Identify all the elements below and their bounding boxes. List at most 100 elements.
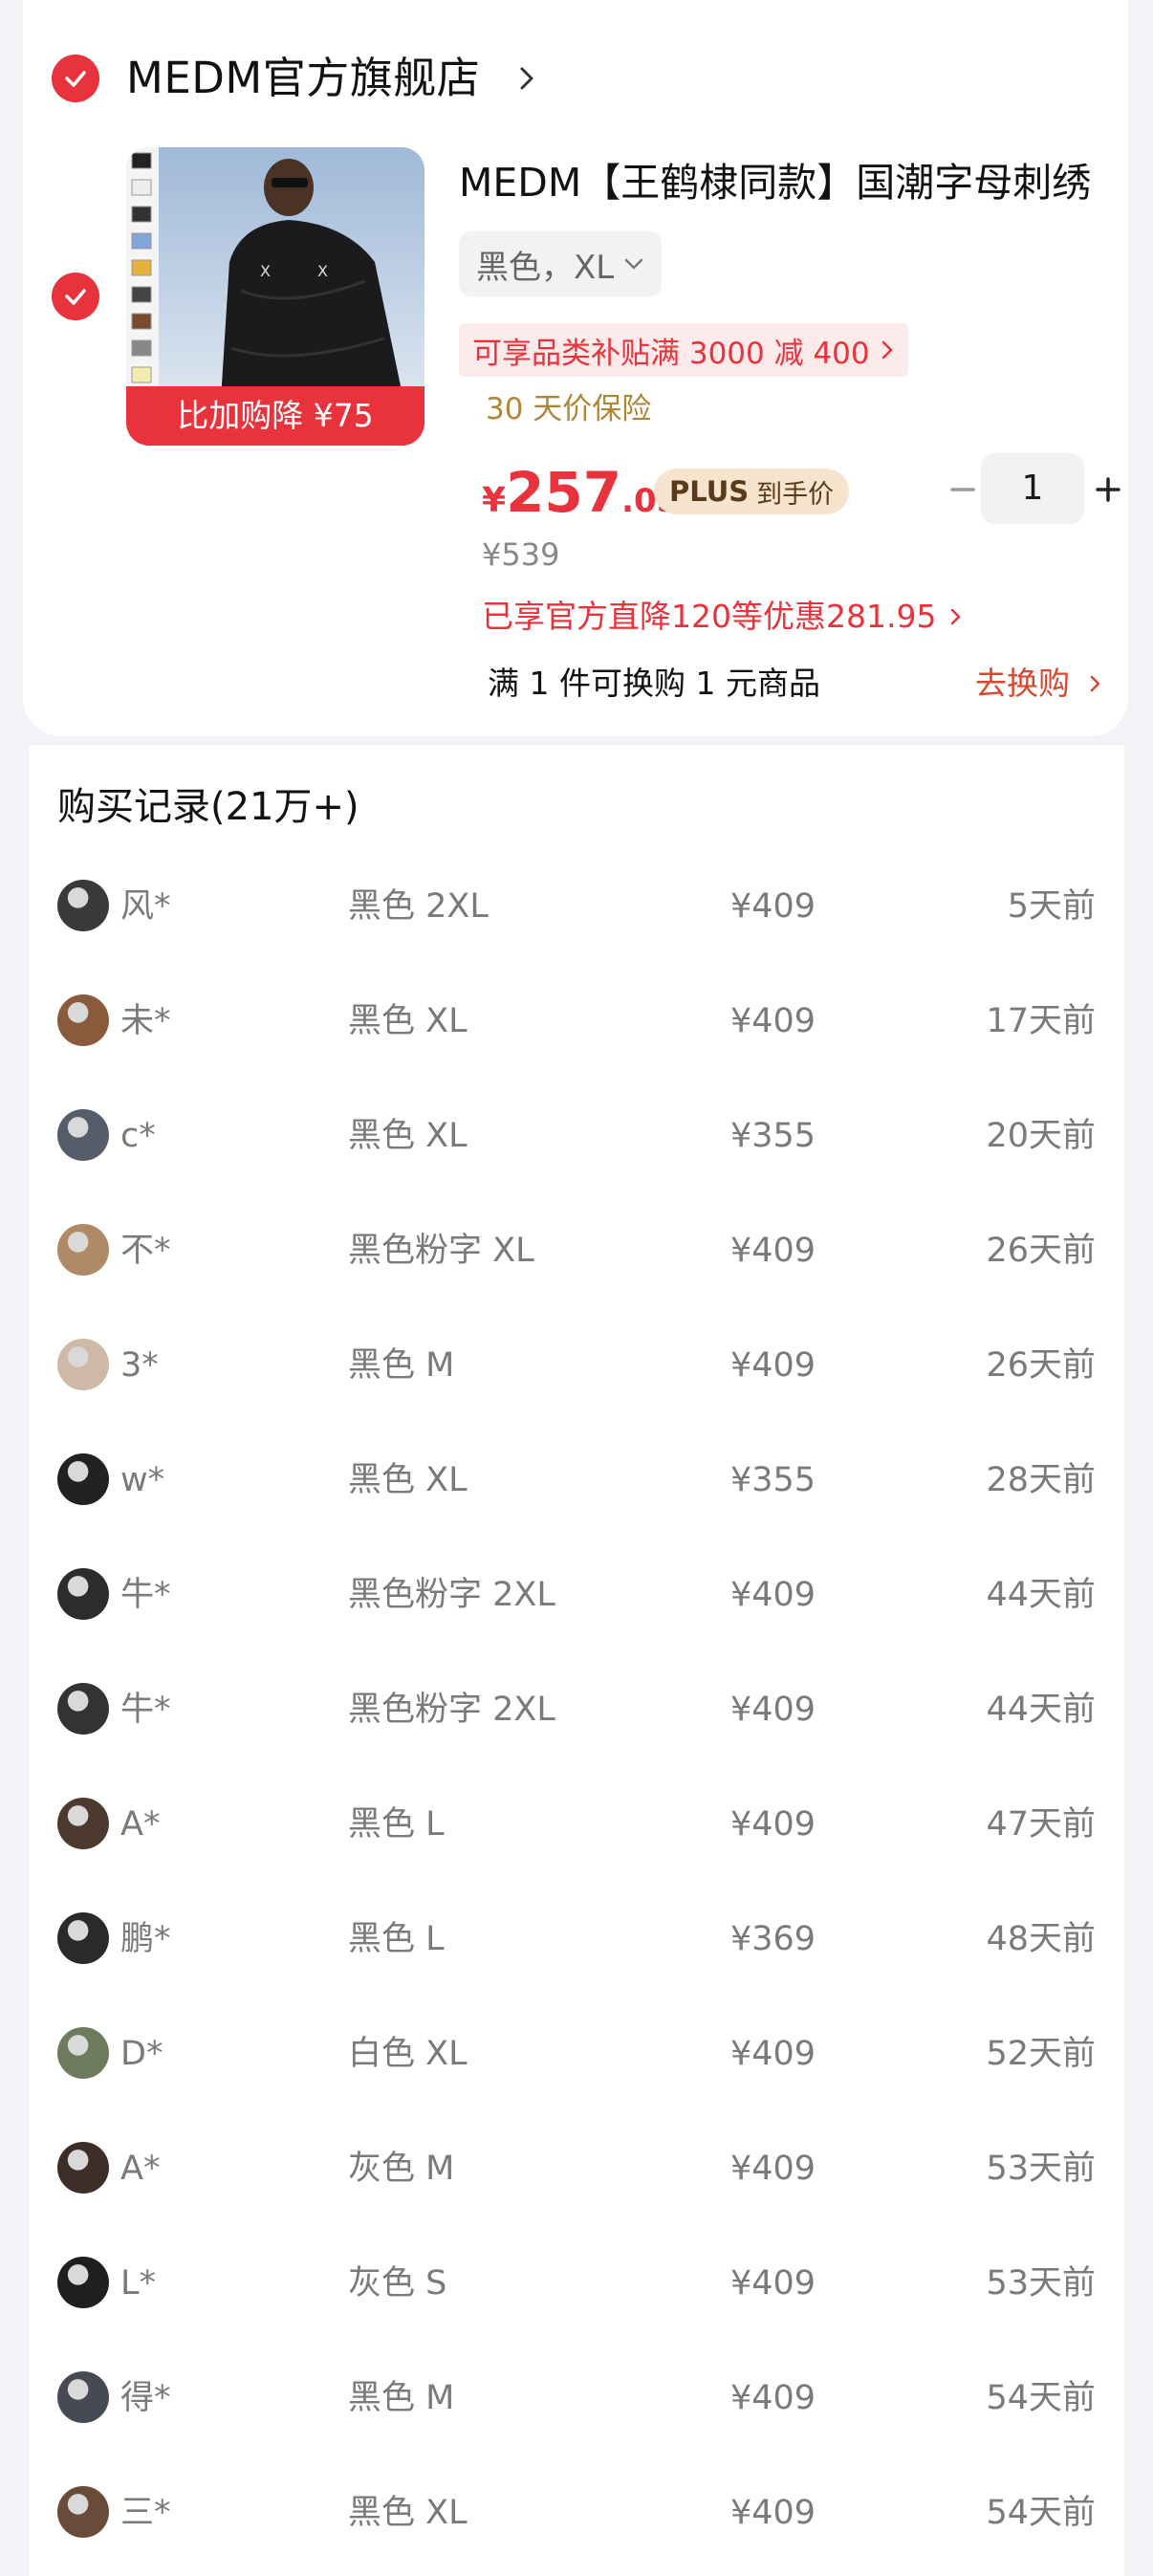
record-row: 3* 黑色 M ¥409 26天前 xyxy=(29,1308,1124,1423)
record-spec: 黑色 L xyxy=(348,1920,445,1958)
chevron-right-icon xyxy=(951,608,961,625)
price-drop-badge: 比加购降 ¥75 xyxy=(126,386,424,446)
record-row: 牛* 黑色粉字 2XL ¥409 44天前 xyxy=(29,1652,1124,1767)
record-spec: 黑色 M xyxy=(348,1346,455,1385)
item-checkbox[interactable] xyxy=(52,273,99,320)
record-spec: 灰色 M xyxy=(348,2150,455,2188)
avatar xyxy=(57,1109,109,1161)
record-spec: 黑色 XL xyxy=(348,1117,468,1155)
avatar xyxy=(57,1798,109,1849)
exchange-link[interactable]: 去换购 xyxy=(975,660,1102,708)
minus-icon[interactable] xyxy=(946,470,979,509)
avatar xyxy=(57,2371,109,2423)
chevron-right-icon xyxy=(881,340,892,360)
avatar xyxy=(57,1339,109,1390)
record-row: c* 黑色 XL ¥355 20天前 xyxy=(29,1079,1124,1193)
record-user: 未* xyxy=(120,1002,171,1040)
record-user: 三* xyxy=(120,2494,171,2532)
record-time: 53天前 xyxy=(986,2264,1096,2303)
record-time: 53天前 xyxy=(986,2150,1096,2188)
record-user: 牛* xyxy=(120,1691,171,1729)
record-row: D* 白色 XL ¥409 52天前 xyxy=(29,1997,1124,2111)
record-row: 鹏* 黑色 L ¥369 48天前 xyxy=(29,1882,1124,1997)
record-row: 不* 黑色粉字 XL ¥409 26天前 xyxy=(29,1193,1124,1308)
product-image[interactable]: X X 比加购降 ¥75 xyxy=(126,147,424,446)
record-price: ¥409 xyxy=(730,1346,816,1385)
records-title: 购买记录(21万+) xyxy=(57,785,359,829)
record-price: ¥409 xyxy=(730,2150,816,2188)
record-price: ¥409 xyxy=(730,2379,816,2417)
price-currency: ¥ xyxy=(482,481,507,520)
record-spec: 黑色 XL xyxy=(348,2494,468,2532)
discount-details[interactable]: 已享官方直降120等优惠281.95 xyxy=(482,593,963,641)
quantity-input[interactable]: 1 xyxy=(981,453,1084,524)
record-user: 风* xyxy=(120,887,171,926)
divider xyxy=(29,744,1124,745)
record-user: D* xyxy=(120,2035,163,2073)
price-protection: 30 天价保险 xyxy=(486,392,652,426)
record-price: ¥409 xyxy=(730,2494,816,2532)
avatar xyxy=(57,2257,109,2308)
record-price: ¥355 xyxy=(730,1117,816,1155)
subsidy-tag[interactable]: 可享品类补贴满 3000 减 400 xyxy=(459,323,908,377)
plus-icon[interactable] xyxy=(1092,470,1124,509)
record-user: L* xyxy=(120,2264,156,2303)
record-spec: 黑色粉字 2XL xyxy=(348,1576,555,1614)
record-spec: 黑色粉字 2XL xyxy=(348,1691,555,1729)
current-price: ¥ 257 .05 xyxy=(482,459,679,535)
avatar xyxy=(57,1453,109,1505)
record-price: ¥409 xyxy=(730,1002,816,1040)
store-checkbox[interactable] xyxy=(52,55,99,102)
record-price: ¥409 xyxy=(730,1805,816,1844)
avatar xyxy=(57,1912,109,1964)
record-spec: 黑色 M xyxy=(348,2379,455,2417)
record-time: 44天前 xyxy=(986,1576,1096,1614)
chevron-right-icon[interactable] xyxy=(516,61,539,96)
record-time: 48天前 xyxy=(986,1920,1096,1958)
record-price: ¥355 xyxy=(730,1461,816,1499)
record-time: 28天前 xyxy=(986,1461,1096,1499)
record-time: 54天前 xyxy=(986,2379,1096,2417)
record-price: ¥409 xyxy=(730,887,816,926)
record-row: 牛* 黑色粉字 2XL ¥409 44天前 xyxy=(29,1538,1124,1652)
plus-price-tag: PLUS 到手价 xyxy=(654,469,850,514)
record-user: A* xyxy=(120,2150,161,2188)
record-time: 52天前 xyxy=(986,2035,1096,2073)
record-row: 风* 黑色 2XL ¥409 5天前 xyxy=(29,849,1124,964)
record-spec: 黑色 XL xyxy=(348,1461,468,1499)
subsidy-text: 可享品类补贴满 3000 减 400 xyxy=(472,336,870,371)
avatar xyxy=(57,994,109,1046)
record-row: 得* 黑色 M ¥409 54天前 xyxy=(29,2341,1124,2456)
record-spec: 黑色 L xyxy=(348,1805,445,1844)
record-row: A* 黑色 L ¥409 47天前 xyxy=(29,1767,1124,1882)
product-title[interactable]: MEDM【王鹤棣同款】国潮字母刺绣 xyxy=(459,156,1128,209)
check-icon xyxy=(65,289,86,305)
svg-text:X: X xyxy=(317,262,328,280)
record-user: w* xyxy=(120,1461,165,1499)
cart-item-card: MEDM官方旗舰店 X X 比加购降 ¥75 MEDM【王鹤棣同款】国潮字母刺绣… xyxy=(23,0,1128,736)
exchange-link-label: 去换购 xyxy=(975,665,1070,702)
record-row: A* 灰色 M ¥409 53天前 xyxy=(29,2111,1124,2226)
record-user: 不* xyxy=(120,1232,171,1270)
record-time: 17天前 xyxy=(986,1002,1096,1040)
record-time: 26天前 xyxy=(986,1232,1096,1270)
avatar xyxy=(57,2142,109,2194)
record-time: 20天前 xyxy=(986,1117,1096,1155)
avatar xyxy=(57,880,109,931)
store-name[interactable]: MEDM官方旗舰店 xyxy=(126,50,480,107)
avatar xyxy=(57,1568,109,1620)
record-price: ¥409 xyxy=(730,2035,816,2073)
record-spec: 黑色 XL xyxy=(348,1002,468,1040)
record-spec: 黑色 2XL xyxy=(348,887,489,926)
record-price: ¥409 xyxy=(730,1691,816,1729)
record-user: 3* xyxy=(120,1346,159,1385)
variant-selector[interactable]: 黑色，XL xyxy=(459,231,663,296)
chevron-right-icon xyxy=(1090,675,1100,692)
record-time: 44天前 xyxy=(986,1691,1096,1729)
avatar xyxy=(57,2486,109,2538)
record-user: A* xyxy=(120,1805,161,1844)
record-time: 26天前 xyxy=(986,1346,1096,1385)
record-price: ¥409 xyxy=(730,1232,816,1270)
plus-suffix: 到手价 xyxy=(756,479,835,510)
check-icon xyxy=(65,71,86,87)
